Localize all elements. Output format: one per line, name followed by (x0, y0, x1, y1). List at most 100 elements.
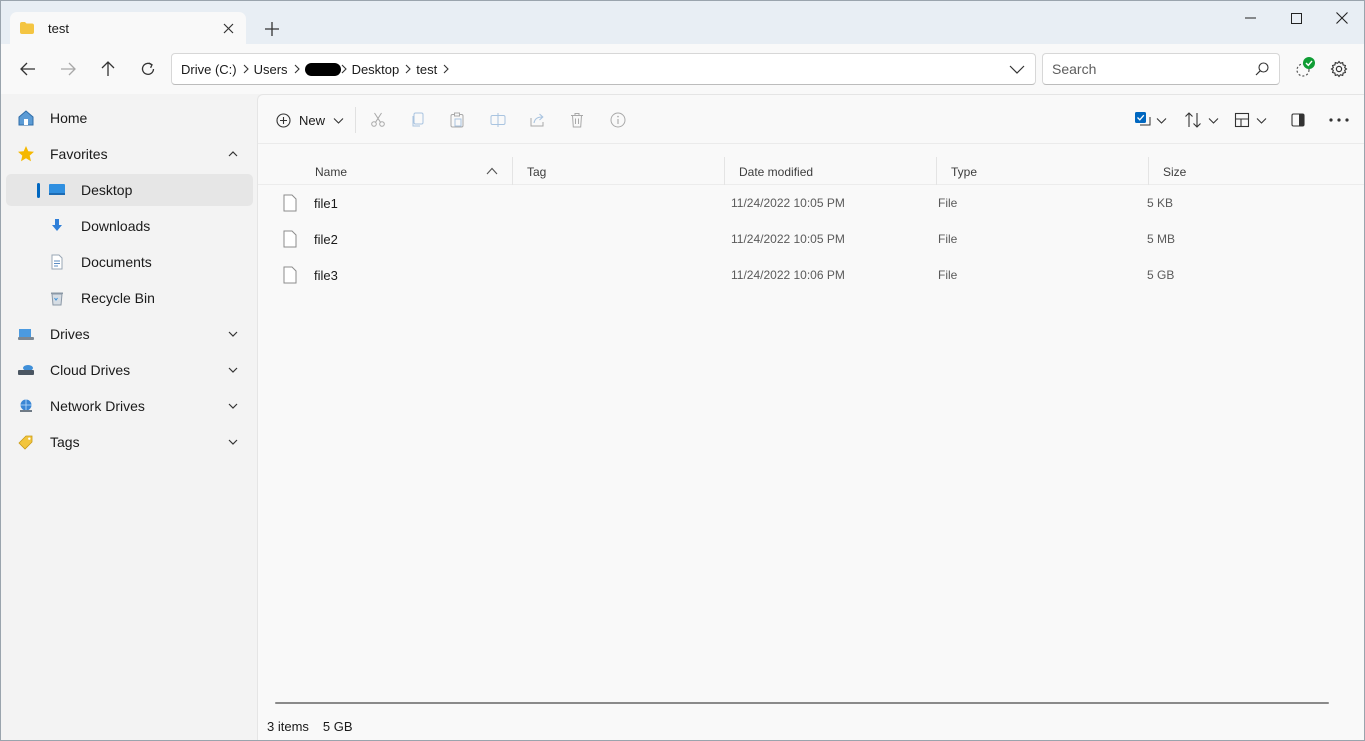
share-button[interactable] (530, 110, 546, 130)
navigation-bar: Drive (C:) Users Desktop test (1, 44, 1364, 94)
chevron-down-icon[interactable] (227, 435, 239, 451)
file-row[interactable]: file2 11/24/2022 10:05 PM File 5 MB (266, 221, 1356, 257)
file-list-pane: New Name Tag Date modified Type Size fil… (257, 94, 1364, 740)
horizontal-scrollbar[interactable] (275, 702, 1329, 704)
paste-button[interactable] (450, 110, 464, 130)
chevron-down-icon[interactable] (227, 399, 239, 415)
sidebar-item-label: Recycle Bin (81, 290, 155, 306)
status-center-button[interactable] (1289, 53, 1319, 83)
chevron-down-icon (1208, 117, 1219, 124)
address-bar[interactable]: Drive (C:) Users Desktop test (171, 53, 1036, 85)
column-header-size[interactable]: Size (1163, 165, 1186, 179)
maximize-button[interactable] (1273, 1, 1319, 35)
sidebar-item-tags[interactable]: Tags (6, 426, 253, 458)
paste-icon (450, 112, 464, 128)
chevron-right-icon[interactable] (405, 64, 412, 74)
refresh-button[interactable] (135, 56, 161, 82)
layout-icon (1234, 112, 1250, 128)
arrow-right-icon (61, 62, 76, 76)
documents-icon (48, 253, 66, 271)
sidebar-item-label: Downloads (81, 218, 151, 234)
tab-test[interactable]: test (10, 12, 246, 44)
preview-pane-button[interactable] (1290, 110, 1306, 130)
minimize-icon (1244, 17, 1256, 19)
rename-button[interactable] (490, 110, 506, 130)
sidebar-item-home[interactable]: Home (6, 102, 253, 134)
sidebar-item-recycle-bin[interactable]: Recycle Bin (6, 282, 253, 314)
sidebar-item-network-drives[interactable]: Network Drives (6, 390, 253, 422)
file-row[interactable]: file3 11/24/2022 10:06 PM File 5 GB (266, 257, 1356, 293)
column-header-type[interactable]: Type (951, 165, 977, 179)
command-bar: New (258, 95, 1364, 144)
column-divider[interactable] (936, 157, 937, 185)
delete-button[interactable] (570, 110, 584, 130)
new-button-label: New (299, 112, 326, 128)
back-button[interactable] (15, 56, 41, 82)
up-button[interactable] (95, 56, 121, 82)
chevron-right-icon[interactable] (443, 64, 450, 74)
add-tab-button[interactable] (261, 18, 283, 40)
column-header-date-modified[interactable]: Date modified (739, 165, 813, 179)
select-checkbox-icon (1135, 112, 1151, 126)
breadcrumb-drive[interactable]: Drive (C:) (181, 62, 237, 77)
chevron-up-icon[interactable] (227, 147, 239, 163)
sidebar-item-desktop[interactable]: Desktop (6, 174, 253, 206)
network-drive-icon (17, 397, 35, 415)
sort-button[interactable] (1184, 110, 1219, 130)
home-icon (17, 109, 35, 127)
search-input[interactable] (1052, 61, 1242, 77)
chevron-down-icon (1156, 117, 1167, 124)
star-icon (17, 145, 35, 163)
gear-icon (1330, 60, 1348, 78)
chevron-down-icon[interactable] (1009, 61, 1025, 80)
breadcrumb-users[interactable]: Users (254, 62, 288, 77)
copy-button[interactable] (411, 110, 425, 130)
layout-button[interactable] (1234, 110, 1267, 130)
file-size: 5 GB (1147, 268, 1175, 282)
chevron-down-icon[interactable] (227, 363, 239, 379)
properties-button[interactable] (610, 110, 626, 130)
chevron-down-icon[interactable] (227, 327, 239, 343)
search-icon[interactable] (1255, 62, 1269, 81)
file-date-modified: 11/24/2022 10:06 PM (731, 268, 845, 282)
download-icon (48, 217, 66, 235)
sidebar-item-downloads[interactable]: Downloads (6, 210, 253, 242)
column-divider[interactable] (724, 157, 725, 185)
sidebar-item-favorites[interactable]: Favorites (6, 138, 253, 170)
file-row[interactable]: file1 11/24/2022 10:05 PM File 5 KB (266, 185, 1356, 221)
arrow-left-icon (20, 62, 35, 76)
info-icon (610, 112, 626, 128)
minimize-button[interactable] (1227, 1, 1273, 35)
close-tab-icon[interactable] (220, 20, 236, 36)
sidebar-item-documents[interactable]: Documents (6, 246, 253, 278)
sidebar-item-label: Favorites (50, 146, 108, 162)
column-header-name[interactable]: Name (315, 165, 347, 179)
cut-button[interactable] (370, 110, 386, 130)
copy-icon (412, 112, 424, 127)
chevron-right-icon[interactable] (294, 64, 300, 74)
sidebar-item-drives[interactable]: Drives (6, 318, 253, 350)
search-box[interactable] (1042, 53, 1280, 85)
chevron-right-icon[interactable] (341, 64, 347, 74)
file-icon (283, 194, 297, 212)
sidebar-item-label: Tags (50, 434, 80, 450)
file-name: file1 (314, 196, 338, 211)
toolbar-divider (355, 107, 356, 133)
column-divider[interactable] (1148, 157, 1149, 185)
close-window-button[interactable] (1319, 1, 1364, 35)
chevron-right-icon[interactable] (243, 64, 249, 74)
sidebar-item-cloud-drives[interactable]: Cloud Drives (6, 354, 253, 386)
breadcrumb-test[interactable]: test (416, 62, 437, 77)
breadcrumb-desktop[interactable]: Desktop (352, 62, 400, 77)
more-options-button[interactable] (1328, 110, 1350, 130)
tab-title: test (48, 20, 69, 36)
forward-button[interactable] (55, 56, 81, 82)
column-header-tag[interactable]: Tag (527, 165, 546, 179)
settings-button[interactable] (1326, 56, 1352, 82)
new-button[interactable]: New (276, 110, 344, 130)
tag-icon (17, 433, 35, 451)
tab-strip: test (1, 1, 1364, 44)
column-divider[interactable] (512, 157, 513, 185)
selection-options-button[interactable] (1134, 110, 1167, 130)
redacted-username[interactable] (304, 62, 341, 76)
